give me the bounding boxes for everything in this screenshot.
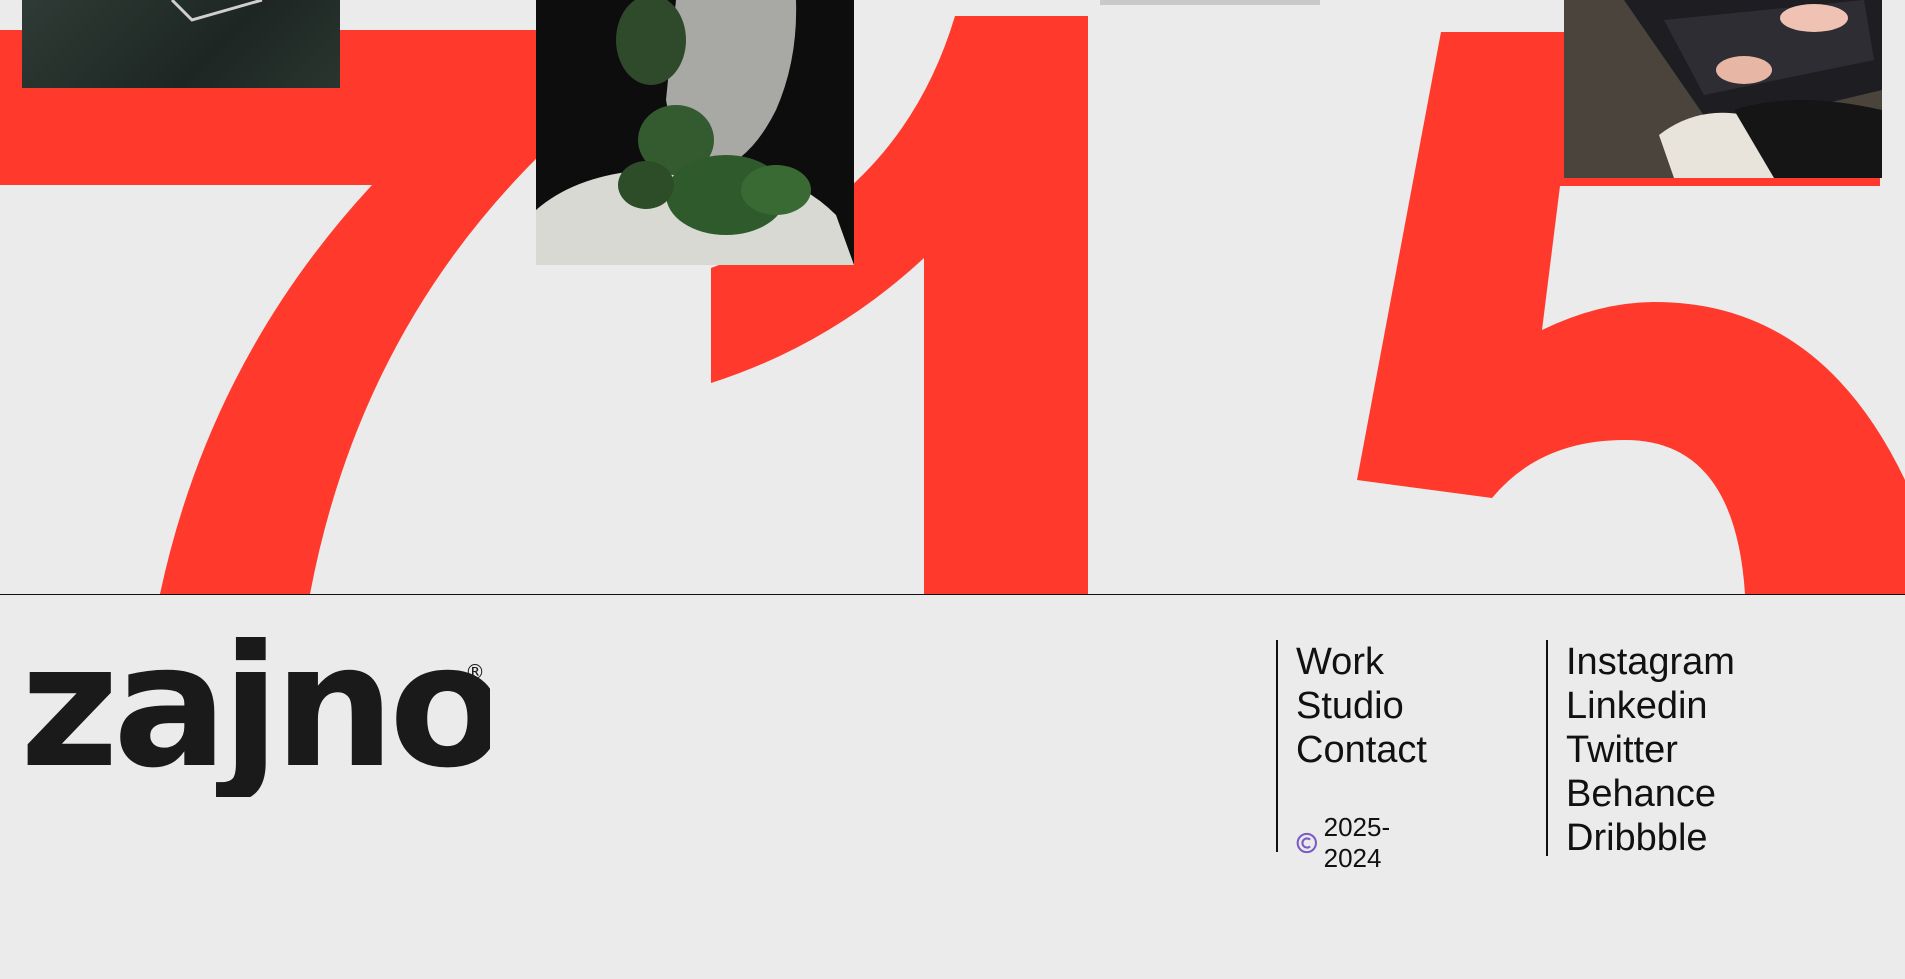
social-link-dribbble[interactable]: Dribbble [1548,816,1735,860]
hero-digit-7 [0,30,545,594]
footer-nav-column: Work Studio Contact 2025-2024 [1276,640,1427,873]
nav-link-contact[interactable]: Contact [1278,728,1427,772]
nav-link-work[interactable]: Work [1278,640,1427,684]
photo-laptop-hands [1564,0,1882,178]
laptop-illustration [1564,0,1882,178]
photo-light-strip [1100,0,1320,5]
copyright: 2025-2024 [1296,812,1427,874]
social-link-behance[interactable]: Behance [1548,772,1735,816]
hero-section [0,0,1905,594]
footer-social-column: Instagram Linkedin Twitter Behance Dribb… [1546,640,1735,859]
social-link-twitter[interactable]: Twitter [1548,728,1735,772]
social-link-instagram[interactable]: Instagram [1548,640,1735,684]
device-outline-icon [170,0,263,22]
registered-mark: ® [465,660,485,684]
brand-logo[interactable]: zajno ® [20,608,506,806]
nav-link-studio[interactable]: Studio [1278,684,1427,728]
brand-wordmark: zajno [20,637,490,797]
photo-portrait-moss [536,0,854,265]
zajno-logo: zajno ® [20,608,506,806]
social-link-linkedin[interactable]: Linkedin [1548,684,1735,728]
footer: zajno ® Work Studio Contact 2025-2024 In… [0,595,1905,979]
copyright-text: 2025-2024 [1323,812,1391,873]
portrait-illustration [536,0,854,265]
photo-dark-texture [22,0,340,88]
copyright-icon [1296,832,1317,854]
